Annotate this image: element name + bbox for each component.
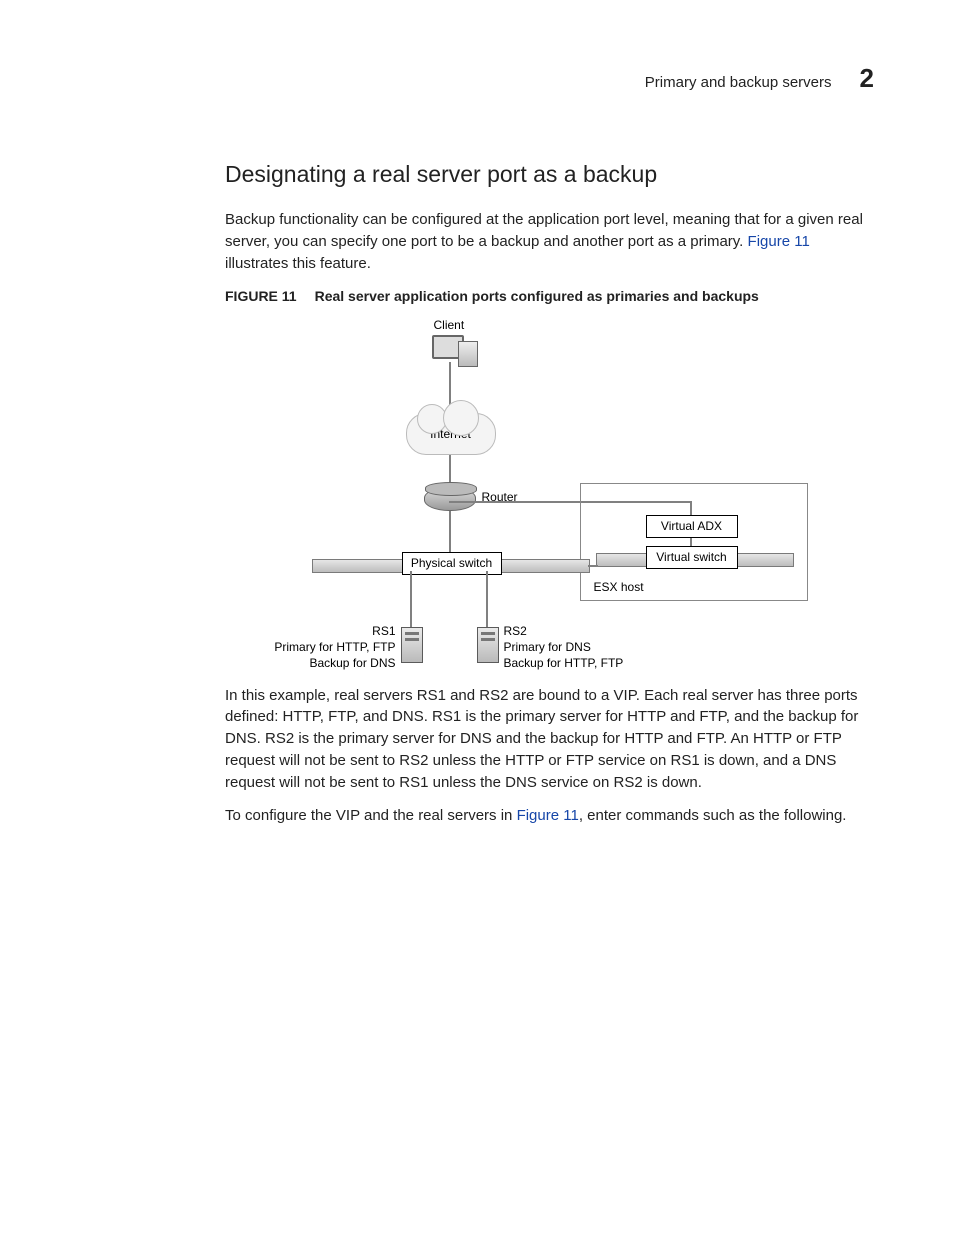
physical-switch-label: Physical switch bbox=[411, 556, 492, 570]
section-heading: Designating a real server port as a back… bbox=[225, 158, 874, 191]
virtual-switch-box: Virtual switch bbox=[646, 546, 738, 569]
config-text-1: To configure the VIP and the real server… bbox=[225, 807, 517, 824]
figure-caption: FIGURE 11 Real server application ports c… bbox=[225, 286, 874, 306]
rs2-backup: Backup for HTTP, FTP bbox=[504, 655, 624, 672]
internet-cloud-icon: Internet bbox=[406, 413, 496, 455]
rs1-primary: Primary for HTTP, FTP bbox=[260, 639, 396, 656]
network-diagram: Client Internet Router Virtual ADX Virtu… bbox=[260, 317, 840, 677]
rs2-name: RS2 bbox=[504, 623, 527, 640]
chapter-number: 2 bbox=[860, 60, 874, 98]
virtual-adx-box: Virtual ADX bbox=[646, 515, 738, 538]
figure-11-link[interactable]: Figure 11 bbox=[748, 233, 810, 250]
running-head: Primary and backup servers 2 bbox=[225, 60, 874, 98]
rs1-server-icon bbox=[401, 627, 423, 663]
page: Primary and backup servers 2 Designating… bbox=[0, 0, 954, 1235]
intro-paragraph: Backup functionality can be configured a… bbox=[225, 209, 874, 274]
client-label: Client bbox=[434, 317, 465, 334]
rs1-backup: Backup for DNS bbox=[260, 655, 396, 672]
explanation-paragraph: In this example, real servers RS1 and RS… bbox=[225, 685, 874, 794]
line-backbone bbox=[449, 362, 451, 567]
rs2-primary: Primary for DNS bbox=[504, 639, 591, 656]
figure-label: FIGURE 11 bbox=[225, 288, 297, 304]
intro-text-2: illustrates this feature. bbox=[225, 255, 371, 272]
client-cpu-icon bbox=[458, 341, 478, 367]
rs2-server-icon bbox=[477, 627, 499, 663]
figure-11-link-2[interactable]: Figure 11 bbox=[517, 807, 579, 824]
line-to-rs1 bbox=[410, 571, 412, 627]
internet-label: Internet bbox=[430, 427, 471, 441]
header-title: Primary and backup servers bbox=[645, 72, 832, 94]
figure-caption-text: Real server application ports configured… bbox=[315, 288, 759, 304]
esx-host-label: ESX host bbox=[594, 579, 644, 596]
router-label: Router bbox=[482, 489, 518, 506]
line-to-rs2 bbox=[486, 571, 488, 627]
virtual-adx-label: Virtual ADX bbox=[661, 519, 722, 533]
router-icon bbox=[424, 487, 476, 511]
virtual-switch-label: Virtual switch bbox=[656, 550, 726, 564]
rs1-name: RS1 bbox=[260, 623, 396, 640]
line-pswitch-vswitch bbox=[588, 565, 598, 567]
config-text-2: , enter commands such as the following. bbox=[579, 807, 847, 824]
config-paragraph: To configure the VIP and the real server… bbox=[225, 805, 874, 827]
